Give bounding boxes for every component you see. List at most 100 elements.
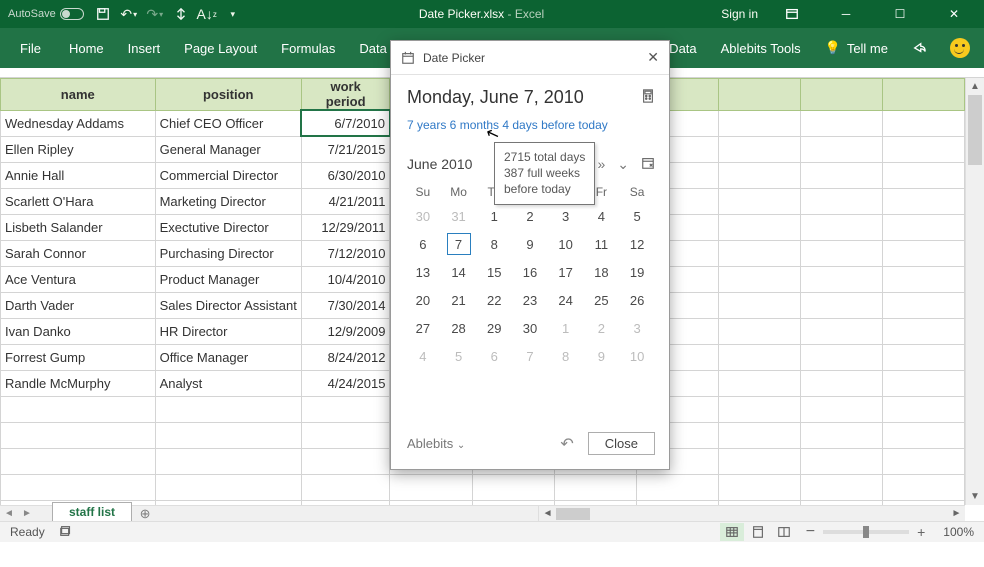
signin-link[interactable]: Sign in (721, 7, 758, 21)
cell-position[interactable]: Sales Director Assistant (155, 292, 301, 318)
calendar-day[interactable]: 8 (548, 342, 584, 370)
add-sheet-button[interactable]: ⊕ (132, 506, 158, 522)
calendar-day[interactable]: 4 (584, 202, 620, 230)
minimize-button[interactable]: ─ (826, 0, 866, 28)
insert-date-icon[interactable] (641, 156, 655, 173)
panel-close-action-button[interactable]: Close (588, 432, 655, 455)
zoom-slider[interactable] (823, 530, 909, 534)
cell-date[interactable]: 7/12/2010 (301, 240, 390, 266)
cell-date[interactable]: 6/30/2010 (301, 162, 390, 188)
calendar-day[interactable]: 27 (405, 314, 441, 342)
header-position[interactable]: position (155, 79, 301, 111)
calendar-day[interactable]: 15 (476, 258, 512, 286)
view-normal-icon[interactable] (720, 523, 744, 541)
cell-date[interactable]: 12/29/2011 (301, 214, 390, 240)
tab-ablebits-tools[interactable]: Ablebits Tools (711, 28, 811, 68)
ribbon-display-icon[interactable] (772, 0, 812, 28)
tab-home[interactable]: Home (57, 28, 116, 68)
cell-name[interactable]: Sarah Connor (1, 240, 156, 266)
hscroll-thumb[interactable] (556, 508, 590, 520)
cell-date[interactable]: 8/24/2012 (301, 344, 390, 370)
view-page-layout-icon[interactable] (746, 523, 770, 541)
cell-name[interactable]: Randle McMurphy (1, 370, 156, 396)
calendar-day[interactable]: 7 (441, 230, 477, 258)
save-icon[interactable] (94, 5, 112, 23)
calendar-day[interactable]: 6 (476, 342, 512, 370)
calendar-day[interactable]: 11 (584, 230, 620, 258)
calendar-day[interactable]: 22 (476, 286, 512, 314)
calendar-day[interactable]: 13 (405, 258, 441, 286)
calendar-day[interactable]: 4 (405, 342, 441, 370)
vertical-scrollbar[interactable]: ▲ ▼ (965, 78, 984, 505)
sheet-tab-staff-list[interactable]: staff list (52, 502, 132, 521)
calendar-day[interactable]: 30 (405, 202, 441, 230)
month-dropdown-icon[interactable]: ⌄ (617, 156, 629, 173)
month-label[interactable]: June 2010 (407, 156, 472, 172)
calendar-day[interactable]: 6 (405, 230, 441, 258)
touch-mode-icon[interactable] (172, 5, 190, 23)
calendar-day[interactable]: 9 (512, 230, 548, 258)
cell-position[interactable]: Exectutive Director (155, 214, 301, 240)
view-page-break-icon[interactable] (772, 523, 796, 541)
hscroll-track[interactable] (556, 506, 948, 521)
calendar-day[interactable]: 24 (548, 286, 584, 314)
undo-icon[interactable]: ↶▾ (120, 5, 138, 23)
macro-record-icon[interactable] (59, 524, 73, 541)
cell-position[interactable]: Chief CEO Officer (155, 110, 301, 136)
tab-nav-prev-icon[interactable]: ◄ (0, 506, 18, 521)
cell-name[interactable]: Ace Ventura (1, 266, 156, 292)
panel-titlebar[interactable]: Date Picker ✕ (391, 41, 669, 75)
qat-customize-icon[interactable]: ▾ (224, 5, 242, 23)
calendar-day[interactable]: 10 (548, 230, 584, 258)
share-button[interactable] (902, 28, 936, 68)
cell-position[interactable]: HR Director (155, 318, 301, 344)
calendar-day[interactable]: 2 (512, 202, 548, 230)
calendar-day[interactable]: 17 (548, 258, 584, 286)
panel-close-button[interactable]: ✕ (647, 49, 659, 66)
tab-formulas[interactable]: Formulas (269, 28, 347, 68)
scroll-down-icon[interactable]: ▼ (966, 488, 984, 505)
cell-name[interactable]: Lisbeth Salander (1, 214, 156, 240)
cell-position[interactable]: Marketing Director (155, 188, 301, 214)
date-diff-link[interactable]: 7 years 6 months 4 days before today (407, 118, 655, 132)
calendar-day[interactable]: 3 (619, 314, 655, 342)
cell-name[interactable]: Wednesday Addams (1, 110, 156, 136)
cell-position[interactable]: General Manager (155, 136, 301, 162)
tab-page-layout[interactable]: Page Layout (172, 28, 269, 68)
calendar-day[interactable]: 5 (441, 342, 477, 370)
calendar-day[interactable]: 29 (476, 314, 512, 342)
scroll-thumb[interactable] (968, 95, 982, 165)
calculator-icon[interactable] (641, 89, 655, 108)
cell-name[interactable]: Ellen Ripley (1, 136, 156, 162)
calendar-day[interactable]: 14 (441, 258, 477, 286)
zoom-out-button[interactable]: − (806, 523, 815, 541)
maximize-button[interactable]: ☐ (880, 0, 920, 28)
calendar-day[interactable]: 9 (584, 342, 620, 370)
cell-position[interactable]: Product Manager (155, 266, 301, 292)
cell-position[interactable]: Purchasing Director (155, 240, 301, 266)
calendar-day[interactable]: 3 (548, 202, 584, 230)
feedback-button[interactable] (940, 28, 980, 68)
calendar-day[interactable]: 1 (476, 202, 512, 230)
cell-date[interactable]: 7/21/2015 (301, 136, 390, 162)
cell-date[interactable]: 4/24/2015 (301, 370, 390, 396)
cell-name[interactable]: Forrest Gump (1, 344, 156, 370)
calendar-day[interactable]: 30 (512, 314, 548, 342)
calendar-day[interactable]: 10 (619, 342, 655, 370)
tab-nav-next-icon[interactable]: ► (18, 506, 36, 521)
calendar-day[interactable]: 16 (512, 258, 548, 286)
calendar-day[interactable]: 1 (548, 314, 584, 342)
close-button[interactable]: ✕ (934, 0, 974, 28)
hscroll-right-icon[interactable]: ► (948, 506, 965, 521)
calendar-day[interactable]: 20 (405, 286, 441, 314)
calendar-day[interactable]: 18 (584, 258, 620, 286)
cell-position[interactable]: Commercial Director (155, 162, 301, 188)
cell-date[interactable]: 4/21/2011 (301, 188, 390, 214)
calendar-day[interactable]: 21 (441, 286, 477, 314)
cell-date[interactable]: 10/4/2010 (301, 266, 390, 292)
tab-file[interactable]: File (4, 28, 57, 68)
calendar-day[interactable]: 8 (476, 230, 512, 258)
zoom-in-button[interactable]: + (917, 524, 925, 540)
tab-insert[interactable]: Insert (116, 28, 173, 68)
cell-name[interactable]: Ivan Danko (1, 318, 156, 344)
